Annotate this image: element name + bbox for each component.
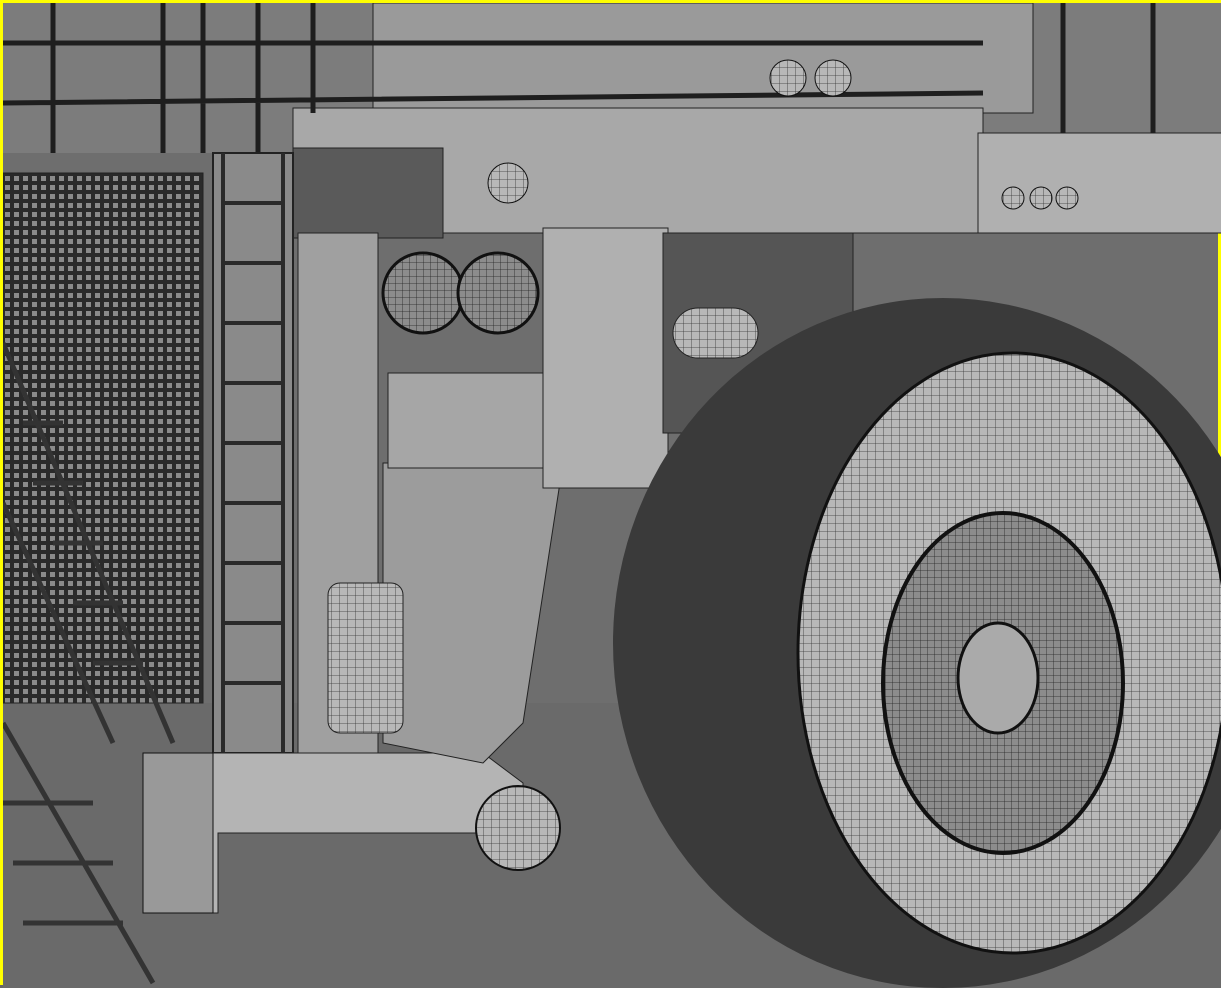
ladder — [212, 152, 294, 783]
intake-pipe — [672, 307, 759, 359]
mining-truck-wireframe-render — [3, 3, 1221, 988]
air-cleaner-housing — [542, 227, 669, 489]
air-filter-left — [381, 251, 465, 335]
tail-light-box — [142, 752, 214, 914]
air-filter-right — [456, 251, 540, 335]
roller-wheel — [475, 785, 561, 871]
3d-viewport[interactable] — [0, 0, 1221, 988]
headlight — [487, 162, 529, 204]
right-beam — [977, 132, 1221, 234]
dark-panel — [292, 147, 444, 239]
compressor — [327, 582, 404, 734]
radiator-grille — [3, 172, 204, 704]
wheel-hub — [956, 621, 1040, 735]
